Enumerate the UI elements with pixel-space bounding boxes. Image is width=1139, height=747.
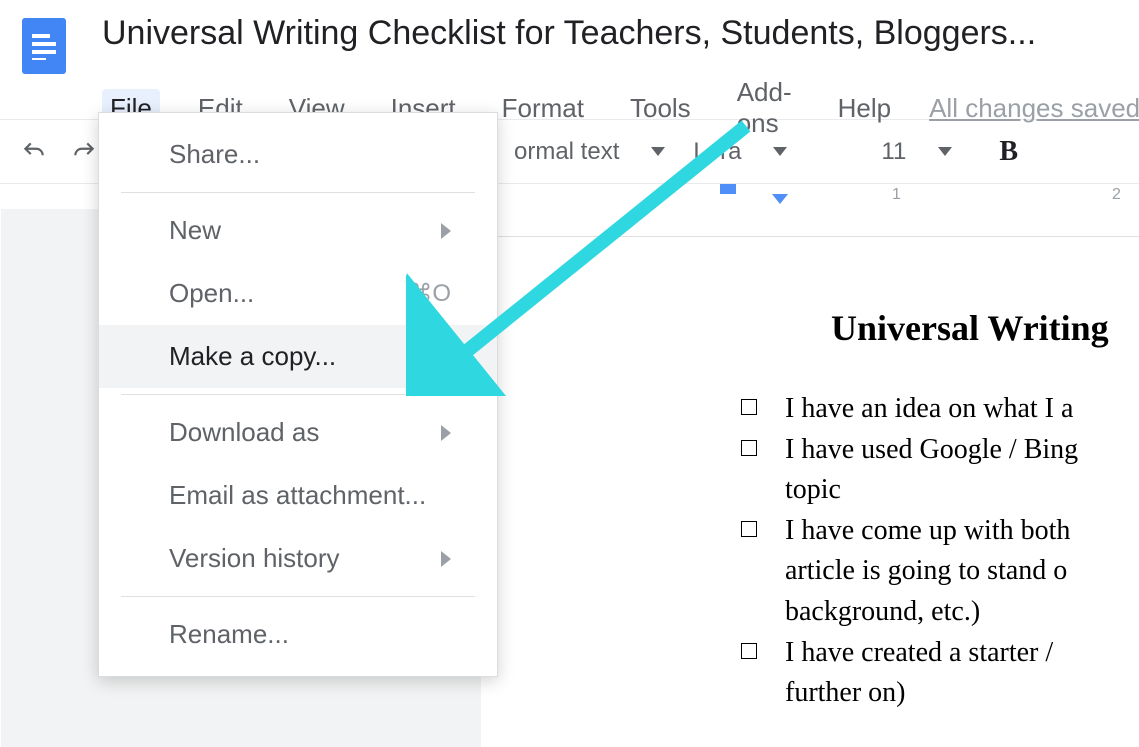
checklist: I have an idea on what I a I have used G… bbox=[741, 389, 1139, 714]
menu-label: Download as bbox=[169, 417, 319, 448]
chevron-right-icon bbox=[441, 223, 451, 239]
list-item: I have come up with both bbox=[741, 511, 1139, 552]
checkbox-icon[interactable] bbox=[741, 440, 757, 456]
list-text: I have used Google / Bing bbox=[785, 430, 1078, 471]
list-item: I have an idea on what I a bbox=[741, 389, 1139, 430]
list-text: I have come up with both bbox=[785, 511, 1070, 552]
list-text-cont: further on) bbox=[785, 673, 1139, 714]
chevron-right-icon bbox=[441, 425, 451, 441]
chevron-right-icon bbox=[441, 551, 451, 567]
file-menu-dropdown: Share... New Open... ⌘O Make a copy... D… bbox=[98, 112, 498, 677]
chevron-down-icon bbox=[773, 147, 787, 156]
menu-label: Rename... bbox=[169, 619, 289, 650]
document-page[interactable]: Universal Writing I have an idea on what… bbox=[480, 236, 1139, 747]
chevron-down-icon bbox=[651, 147, 665, 156]
paragraph-style-select[interactable]: ormal text bbox=[514, 138, 665, 166]
menu-rename[interactable]: Rename... bbox=[99, 603, 497, 666]
docs-icon[interactable] bbox=[22, 18, 66, 74]
chevron-down-icon bbox=[938, 147, 952, 156]
list-text: I have an idea on what I a bbox=[785, 389, 1073, 430]
app-header: Universal Writing Checklist for Teachers… bbox=[0, 0, 1139, 120]
menu-addons[interactable]: Add-ons bbox=[729, 73, 800, 143]
menu-label: New bbox=[169, 215, 221, 246]
menu-label: Open... bbox=[169, 278, 254, 309]
menu-separator bbox=[121, 192, 475, 193]
undo-button[interactable] bbox=[14, 132, 54, 172]
font-size-select[interactable]: 11 bbox=[881, 138, 971, 166]
menu-share[interactable]: Share... bbox=[99, 123, 497, 186]
ruler-tick: 1 bbox=[892, 186, 901, 204]
menu-format[interactable]: Format bbox=[494, 89, 592, 128]
list-text-cont: background, etc.) bbox=[785, 592, 1139, 633]
menu-open[interactable]: Open... ⌘O bbox=[99, 262, 497, 325]
font-size-value: 11 bbox=[881, 138, 906, 166]
first-line-indent-marker[interactable] bbox=[772, 194, 788, 204]
list-text-cont: article is going to stand o bbox=[785, 551, 1139, 592]
document-heading: Universal Writing bbox=[831, 307, 1139, 349]
menu-separator bbox=[121, 596, 475, 597]
menu-label: Email as attachment... bbox=[169, 480, 426, 511]
document-title[interactable]: Universal Writing Checklist for Teachers… bbox=[102, 14, 1139, 53]
list-item: I have used Google / Bing bbox=[741, 430, 1139, 471]
menu-make-a-copy[interactable]: Make a copy... bbox=[99, 325, 497, 388]
menu-help[interactable]: Help bbox=[830, 89, 899, 128]
list-text-cont: topic bbox=[785, 470, 1139, 511]
menu-email-attachment[interactable]: Email as attachment... bbox=[99, 464, 497, 527]
save-status[interactable]: All changes saved i bbox=[929, 93, 1139, 124]
bold-button[interactable]: B bbox=[999, 136, 1018, 168]
font-family-value: Lora bbox=[693, 138, 741, 166]
checkbox-icon[interactable] bbox=[741, 521, 757, 537]
menu-label: Share... bbox=[169, 139, 260, 170]
menu-tools[interactable]: Tools bbox=[622, 89, 699, 128]
menu-label: Version history bbox=[169, 543, 340, 574]
paragraph-style-value: ormal text bbox=[514, 138, 619, 166]
ruler-tick: 2 bbox=[1112, 186, 1121, 204]
menu-label: Make a copy... bbox=[169, 341, 336, 372]
checkbox-icon[interactable] bbox=[741, 643, 757, 659]
font-family-select[interactable]: Lora bbox=[693, 138, 853, 166]
menu-separator bbox=[121, 394, 475, 395]
menu-download-as[interactable]: Download as bbox=[99, 401, 497, 464]
menu-version-history[interactable]: Version history bbox=[99, 527, 497, 590]
left-indent-marker[interactable] bbox=[720, 184, 736, 194]
list-text: I have created a starter / bbox=[785, 633, 1053, 674]
menu-new[interactable]: New bbox=[99, 199, 497, 262]
keyboard-shortcut: ⌘O bbox=[408, 279, 451, 308]
checkbox-icon[interactable] bbox=[741, 399, 757, 415]
list-item: I have created a starter / bbox=[741, 633, 1139, 674]
